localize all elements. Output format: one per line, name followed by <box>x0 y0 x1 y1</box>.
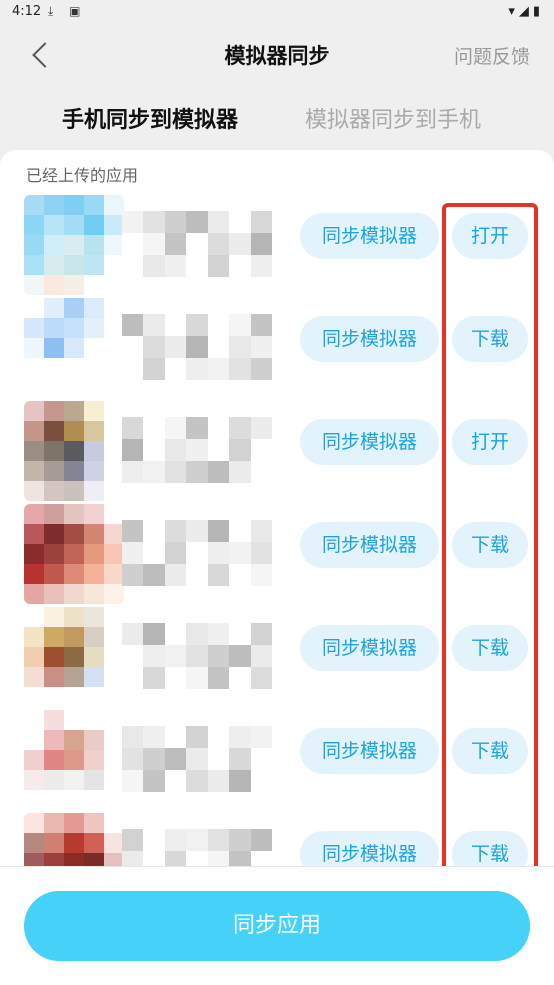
app-icon <box>24 607 124 707</box>
open-button[interactable]: 打开 <box>452 213 528 259</box>
app-name-blurred <box>122 623 272 689</box>
app-name-blurred <box>122 211 272 277</box>
download-button[interactable]: 下载 <box>452 728 528 774</box>
app-icon <box>24 710 124 810</box>
sync-emulator-button[interactable]: 同步模拟器 <box>300 728 439 774</box>
app-name-blurred <box>122 314 272 380</box>
feedback-link[interactable]: 问题反馈 <box>454 42 530 69</box>
status-bar: 4:12 ⤓ ▣ ▾◢▮ <box>0 0 554 26</box>
app-row: 同步模拟器 下载 <box>0 504 554 607</box>
app-icon <box>24 401 124 501</box>
download-button[interactable]: 下载 <box>452 831 528 866</box>
app-name-blurred <box>122 417 272 483</box>
sync-emulator-button[interactable]: 同步模拟器 <box>300 625 439 671</box>
app-row: 同步模拟器 下载 <box>0 298 554 401</box>
app-row: 同步模拟器 下载 <box>0 813 554 866</box>
bottom-bar: 同步应用 <box>0 866 554 985</box>
sync-emulator-button[interactable]: 同步模拟器 <box>300 522 439 568</box>
app-row: 同步模拟器 打开 <box>0 401 554 504</box>
open-button[interactable]: 打开 <box>452 419 528 465</box>
sync-emulator-button[interactable]: 同步模拟器 <box>300 316 439 362</box>
sync-apps-button[interactable]: 同步应用 <box>24 891 530 961</box>
tab-emulator-to-phone[interactable]: 模拟器同步到手机 <box>305 102 481 134</box>
sync-emulator-button[interactable]: 同步模拟器 <box>300 419 439 465</box>
app-name-blurred <box>122 829 272 866</box>
app-row: 同步模拟器 下载 <box>0 710 554 813</box>
top-nav: 模拟器同步 问题反馈 <box>0 26 554 84</box>
status-system-icons: ▾◢▮ <box>508 4 544 19</box>
section-label: 已经上传的应用 <box>26 166 139 185</box>
download-button[interactable]: 下载 <box>452 522 528 568</box>
app-icon <box>24 298 124 398</box>
status-time: 4:12 <box>12 4 42 19</box>
uploaded-apps-panel: 已经上传的应用 同步模拟器 打开 同步模拟器 下载 同步模拟器 打开 同步模拟器 下载 同步模拟… <box>0 150 554 866</box>
download-button[interactable]: 下载 <box>452 316 528 362</box>
app-row: 同步模拟器 打开 <box>0 195 554 298</box>
download-button[interactable]: 下载 <box>452 625 528 671</box>
sync-emulator-button[interactable]: 同步模拟器 <box>300 831 439 866</box>
tab-phone-to-emulator[interactable]: 手机同步到模拟器 <box>62 102 238 134</box>
sync-direction-tabs: 手机同步到模拟器 模拟器同步到手机 <box>0 92 554 144</box>
app-name-blurred <box>122 520 272 586</box>
app-icon <box>24 813 124 866</box>
app-row: 同步模拟器 下载 <box>0 607 554 710</box>
status-notification-icons: ⤓ ▣ <box>48 4 87 18</box>
app-icon <box>24 195 124 295</box>
sync-emulator-button[interactable]: 同步模拟器 <box>300 213 439 259</box>
app-icon <box>24 504 124 604</box>
app-name-blurred <box>122 726 272 792</box>
